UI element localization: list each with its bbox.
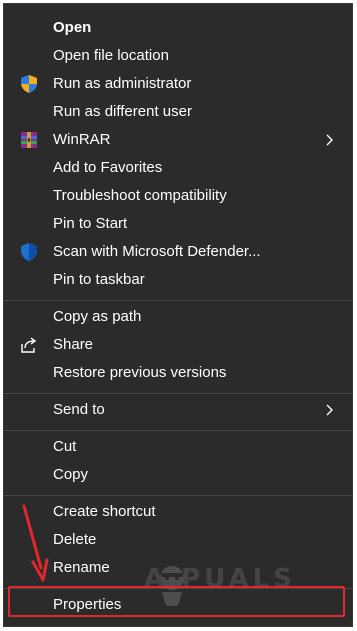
menu-item-run-as-administrator[interactable]: Run as administrator (4, 70, 352, 98)
menu-item-troubleshoot-compatibility[interactable]: Troubleshoot compatibility (4, 182, 352, 210)
menu-item-label: Pin to taskbar (53, 271, 145, 288)
menu-item-label: Run as administrator (53, 75, 192, 92)
menu-separator (4, 430, 352, 431)
menu-item-run-as-different-user[interactable]: Run as different user (4, 98, 352, 126)
menu-item-open-file-location[interactable]: Open file location (4, 42, 352, 70)
properties-highlight-box (8, 586, 345, 617)
menu-item-create-shortcut[interactable]: Create shortcut (4, 498, 352, 526)
menu-item-cut[interactable]: Cut (4, 433, 352, 461)
chevron-right-icon (322, 133, 336, 147)
menu-item-pin-to-taskbar[interactable]: Pin to taskbar (4, 266, 352, 294)
menu-item-label: Rename (53, 559, 110, 576)
menu-separator (4, 393, 352, 394)
menu-item-copy-as-path[interactable]: Copy as path (4, 303, 352, 331)
menu-item-label: Copy as path (53, 308, 142, 325)
menu-item-label: Scan with Microsoft Defender... (53, 243, 261, 260)
menu-item-label: Cut (53, 438, 77, 455)
menu-item-label: Pin to Start (53, 215, 128, 232)
menu-item-label: Send to (53, 401, 105, 418)
menu-item-send-to[interactable]: Send to (4, 396, 352, 424)
menu-separator (4, 300, 352, 301)
menu-item-add-to-favorites[interactable]: Add to Favorites (4, 154, 352, 182)
context-menu: Open Open file location Run as administr… (3, 3, 353, 627)
menu-item-label: Add to Favorites (53, 159, 163, 176)
menu-item-delete[interactable]: Delete (4, 526, 352, 554)
defender-shield-icon (19, 242, 39, 262)
menu-item-label: Delete (53, 531, 97, 548)
red-arrow-icon (14, 504, 54, 584)
menu-item-copy[interactable]: Copy (4, 461, 352, 489)
menu-item-label: Troubleshoot compatibility (53, 187, 227, 204)
menu-item-label: Run as different user (53, 103, 192, 120)
winrar-icon (19, 130, 39, 150)
menu-item-label: Copy (53, 466, 89, 483)
menu-item-label: Restore previous versions (53, 364, 227, 381)
share-icon (19, 335, 39, 355)
menu-item-label: Create shortcut (53, 503, 156, 520)
menu-item-label: Share (53, 336, 94, 353)
menu-item-open[interactable]: Open (4, 14, 352, 42)
menu-item-label: WinRAR (53, 131, 111, 148)
uac-shield-icon (19, 74, 39, 94)
menu-item-label: Open (53, 19, 92, 36)
menu-item-pin-to-start[interactable]: Pin to Start (4, 210, 352, 238)
menu-item-restore-previous-versions[interactable]: Restore previous versions (4, 359, 352, 387)
screenshot-frame: Open Open file location Run as administr… (0, 0, 357, 631)
menu-separator (4, 495, 352, 496)
menu-item-winrar[interactable]: WinRAR (4, 126, 352, 154)
menu-item-scan-with-defender[interactable]: Scan with Microsoft Defender... (4, 238, 352, 266)
menu-item-share[interactable]: Share (4, 331, 352, 359)
chevron-right-icon (322, 403, 336, 417)
menu-item-label: Open file location (53, 47, 169, 64)
